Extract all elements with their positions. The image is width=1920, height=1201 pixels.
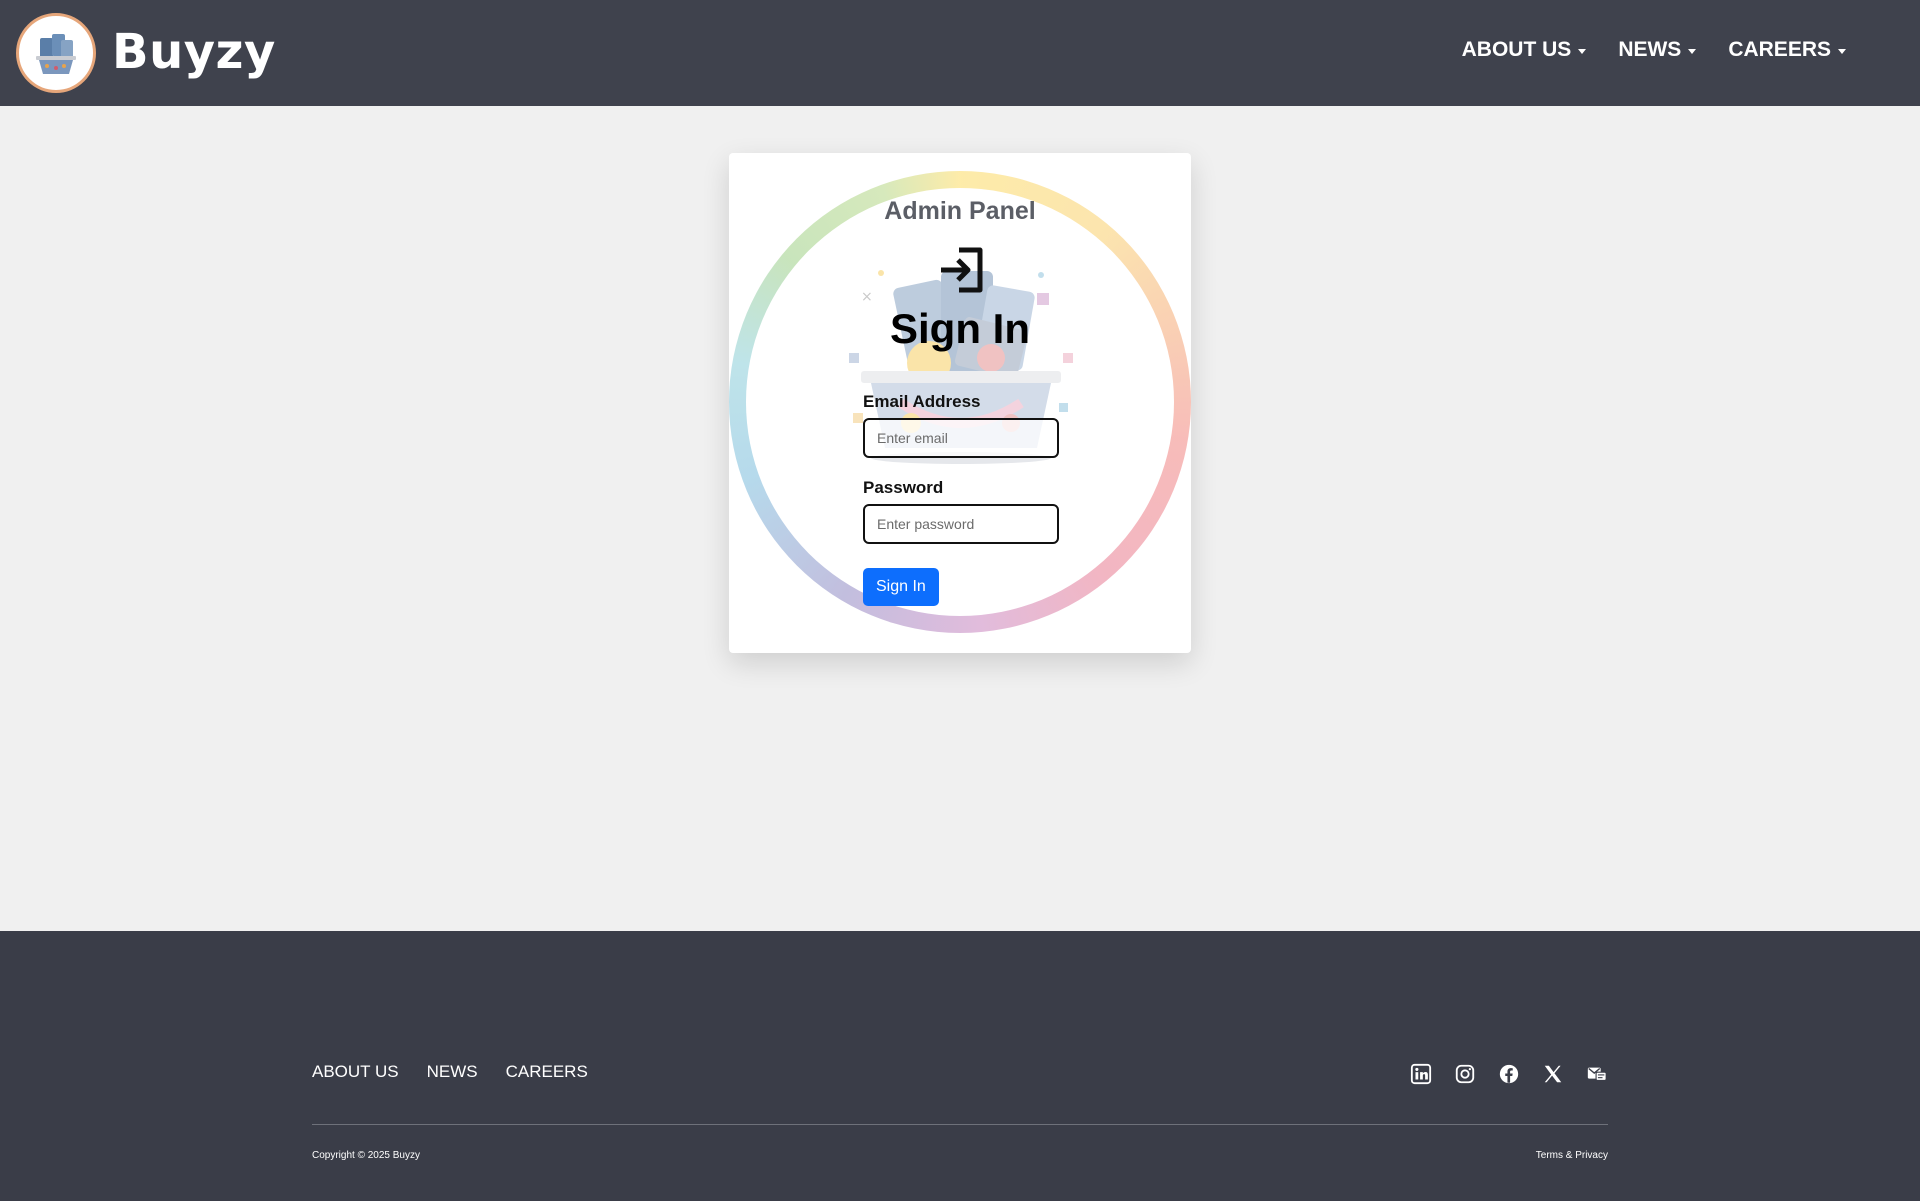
login-form: Email Address Password Sign In bbox=[863, 392, 1059, 606]
nav-about-us-label: ABOUT US bbox=[1461, 38, 1572, 61]
password-group: Password bbox=[863, 478, 1059, 544]
brand-logo[interactable] bbox=[16, 13, 96, 93]
caret-down-icon bbox=[1838, 48, 1846, 54]
nav-careers-label: CAREERS bbox=[1728, 38, 1831, 61]
shopping-basket-logo-icon bbox=[24, 21, 88, 85]
nav-about-us-dropdown[interactable]: ABOUT US bbox=[1462, 38, 1587, 62]
svg-text:×: × bbox=[861, 289, 873, 305]
login-card: × Admin Panel Sign In Email Address Pass… bbox=[729, 153, 1191, 653]
copyright-text: Copyright © 2025 Buyzy bbox=[312, 1150, 420, 1161]
brand-name[interactable]: Buyzy bbox=[112, 24, 276, 80]
email-label: Email Address bbox=[863, 392, 981, 411]
sign-in-button[interactable]: Sign In bbox=[863, 568, 939, 606]
social-links bbox=[1410, 1063, 1608, 1085]
sign-in-icon bbox=[941, 247, 983, 293]
x-icon[interactable] bbox=[1542, 1063, 1564, 1085]
footer-nav: ABOUT US NEWS CAREERS bbox=[312, 1062, 588, 1082]
caret-down-icon bbox=[1578, 48, 1587, 54]
terms-privacy-link[interactable]: Terms & Privacy bbox=[1536, 1150, 1608, 1161]
nav-news-label: NEWS bbox=[1618, 38, 1682, 61]
top-navbar: Buyzy ABOUT US NEWS CAREERS bbox=[0, 0, 1920, 106]
admin-panel-title: Admin Panel bbox=[884, 197, 1036, 225]
facebook-icon[interactable] bbox=[1498, 1063, 1520, 1085]
footer-link-about-us[interactable]: ABOUT US bbox=[312, 1062, 399, 1082]
footer: ABOUT US NEWS CAREERS Copyright © 2025 B… bbox=[0, 931, 1920, 1201]
password-label: Password bbox=[863, 478, 944, 497]
nav-careers-dropdown[interactable]: CAREERS bbox=[1728, 38, 1846, 62]
linkedin-icon[interactable] bbox=[1410, 1063, 1432, 1085]
caret-down-icon bbox=[1688, 48, 1697, 54]
instagram-icon[interactable] bbox=[1454, 1063, 1476, 1085]
nav-news-dropdown[interactable]: NEWS bbox=[1618, 38, 1697, 62]
sign-in-heading: Sign In bbox=[890, 305, 1030, 352]
email-input[interactable] bbox=[863, 418, 1059, 458]
footer-divider bbox=[312, 1124, 1608, 1125]
footer-link-news[interactable]: NEWS bbox=[427, 1062, 478, 1082]
footer-link-careers[interactable]: CAREERS bbox=[506, 1062, 588, 1082]
email-icon[interactable] bbox=[1586, 1063, 1608, 1085]
password-input[interactable] bbox=[863, 504, 1059, 544]
main-nav: ABOUT US NEWS CAREERS bbox=[1462, 38, 1846, 62]
